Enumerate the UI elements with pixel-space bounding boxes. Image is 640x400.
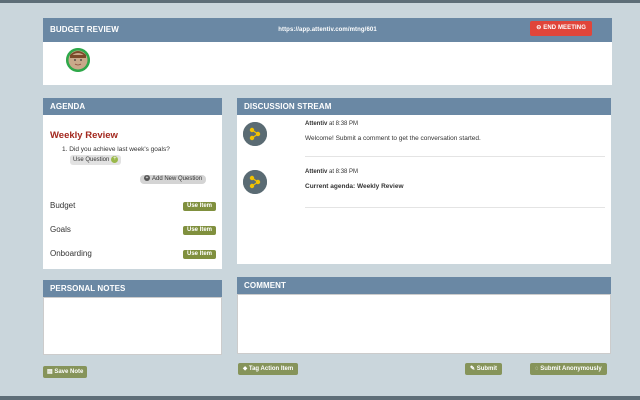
message-time: at 8:38 PM bbox=[329, 121, 359, 127]
agenda-current-title: Weekly Review bbox=[50, 130, 118, 141]
avatar[interactable] bbox=[66, 48, 90, 72]
chat-icon: ✎ bbox=[470, 366, 476, 372]
tag-action-item-button[interactable]: ⬥ Tag Action Item bbox=[238, 363, 299, 375]
end-meeting-label: END MEETING bbox=[543, 25, 586, 31]
tag-icon: ⬥ bbox=[243, 366, 248, 372]
comment-header: COMMENT bbox=[237, 277, 611, 294]
agenda-panel: AGENDA Weekly Review 1. Did you achieve … bbox=[43, 98, 222, 269]
save-icon: ▤ bbox=[47, 369, 53, 375]
personal-notes-textarea[interactable] bbox=[43, 297, 222, 355]
submit-label: Submit bbox=[476, 366, 498, 372]
message-meta: Attentiv at 8:38 PM bbox=[305, 121, 358, 127]
tag-action-item-label: Tag Action Item bbox=[248, 366, 294, 372]
message-author: Attentiv bbox=[305, 169, 328, 175]
message-divider bbox=[305, 207, 605, 208]
personal-notes-panel: PERSONAL NOTES bbox=[43, 280, 222, 355]
meeting-header: BUDGET REVIEW https://app.attentiv.com/m… bbox=[43, 18, 612, 42]
add-question-button[interactable]: + Add New Question bbox=[140, 175, 207, 184]
submit-button[interactable]: ✎ Submit bbox=[465, 363, 503, 375]
comment-panel: COMMENT bbox=[237, 277, 611, 354]
use-question-label: Use Question bbox=[73, 157, 110, 163]
user-photo-icon bbox=[66, 48, 90, 72]
question-number: 1. bbox=[62, 146, 68, 153]
discussion-header: DISCUSSION STREAM bbox=[237, 98, 611, 115]
use-item-budget-button[interactable]: Use Item bbox=[183, 202, 217, 211]
meeting-panel: BUDGET REVIEW https://app.attentiv.com/m… bbox=[43, 18, 612, 85]
add-question-label: Add New Question bbox=[152, 176, 203, 182]
bottom-border bbox=[0, 396, 640, 400]
save-note-label: Save Note bbox=[54, 369, 84, 375]
top-border bbox=[0, 0, 640, 3]
end-meeting-button[interactable]: ⊖ END MEETING bbox=[530, 21, 592, 36]
speech-bubble-icon: ◌ bbox=[535, 366, 539, 372]
agenda-item-label: Goals bbox=[50, 225, 71, 234]
discussion-panel: DISCUSSION STREAM Attentiv at 8:38 PM We… bbox=[237, 98, 611, 264]
message-meta: Attentiv at 8:38 PM bbox=[305, 169, 358, 175]
meeting-url[interactable]: https://app.attentiv.com/mtng/601 bbox=[43, 18, 612, 42]
use-question-button[interactable]: Use Question + bbox=[70, 155, 122, 165]
submit-anonymously-button[interactable]: ◌ Submit Anonymously bbox=[530, 363, 607, 375]
plus-icon: + bbox=[111, 155, 119, 163]
use-item-onboarding-button[interactable]: Use Item bbox=[183, 250, 217, 259]
agenda-item-label: Onboarding bbox=[50, 249, 92, 258]
plus-circle-icon: + bbox=[144, 175, 150, 182]
save-note-button[interactable]: ▤ Save Note bbox=[43, 366, 88, 378]
message-divider bbox=[305, 156, 605, 157]
stop-icon: ⊖ bbox=[536, 25, 542, 31]
use-item-goals-button[interactable]: Use Item bbox=[183, 226, 217, 235]
agenda-item-label: Budget bbox=[50, 201, 76, 210]
personal-notes-header: PERSONAL NOTES bbox=[43, 280, 222, 297]
attentiv-logo-icon bbox=[243, 170, 267, 194]
message-text: Welcome! Submit a comment to get the con… bbox=[305, 135, 481, 142]
comment-textarea[interactable] bbox=[237, 294, 611, 354]
attentiv-logo-icon bbox=[243, 122, 267, 146]
message-text: Current agenda: Weekly Review bbox=[305, 183, 404, 190]
agenda-question: 1. Did you achieve last week's goals? bbox=[62, 146, 170, 153]
agenda-header: AGENDA bbox=[43, 98, 222, 115]
submit-anonymously-label: Submit Anonymously bbox=[540, 366, 602, 372]
question-text: Did you achieve last week's goals? bbox=[69, 146, 170, 153]
message-time: at 8:38 PM bbox=[329, 169, 359, 175]
message-author: Attentiv bbox=[305, 121, 328, 127]
